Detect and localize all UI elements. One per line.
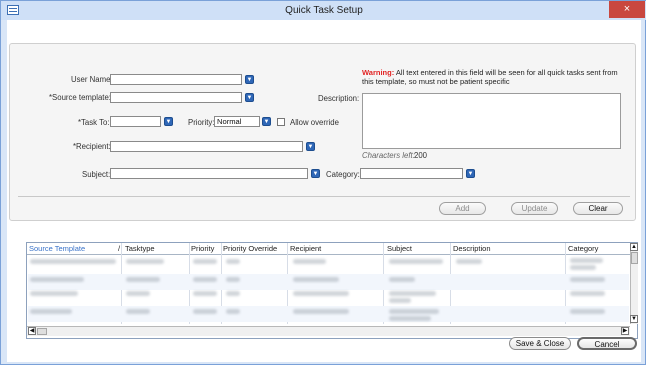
title-bar[interactable]: Quick Task Setup ×	[1, 1, 646, 20]
form-divider	[18, 196, 630, 197]
table-row[interactable]	[28, 306, 629, 322]
table-row[interactable]	[28, 256, 629, 272]
task-to-label: *Task To:	[78, 118, 110, 127]
warning-text: All text entered in this field will be s…	[362, 68, 618, 86]
source-template-label: *Source template:	[49, 93, 111, 102]
scroll-up-icon[interactable]: ▲	[630, 243, 638, 251]
warning-message: Warning: All text entered in this field …	[362, 68, 630, 86]
sort-indicator: /	[118, 244, 121, 253]
header-priority-override[interactable]: Priority Override	[223, 244, 277, 253]
scroll-down-icon[interactable]: ▼	[630, 315, 638, 323]
header-subject[interactable]: Subject	[387, 244, 412, 253]
recipient-label: *Recipient:	[73, 142, 111, 151]
allow-override-checkbox[interactable]	[277, 118, 285, 126]
header-description[interactable]: Description	[453, 244, 491, 253]
chars-left-value: 200	[414, 151, 428, 160]
header-tasktype[interactable]: Tasktype	[125, 244, 155, 253]
clear-button[interactable]: Clear	[573, 202, 623, 215]
cancel-button[interactable]: Cancel	[577, 337, 637, 350]
scroll-left-icon[interactable]: ◀	[28, 327, 36, 335]
user-name-label: User Name:	[71, 75, 113, 84]
description-textarea[interactable]	[362, 93, 621, 149]
horizontal-scrollbar[interactable]: ◀ ▶	[27, 326, 630, 336]
subject-field[interactable]	[110, 168, 308, 179]
priority-dropdown-icon[interactable]: ▼	[262, 117, 271, 126]
horizontal-scroll-thumb[interactable]	[37, 328, 47, 335]
task-to-field[interactable]	[110, 116, 161, 127]
description-label: Description:	[318, 94, 360, 103]
grid-header: Source Template / Tasktype Priority Prio…	[27, 243, 630, 255]
table-row[interactable]	[28, 288, 629, 304]
window-title: Quick Task Setup	[285, 5, 363, 16]
subject-dropdown-icon[interactable]: ▼	[311, 169, 320, 178]
category-field[interactable]	[360, 168, 463, 179]
vertical-scrollbar[interactable]: ▲ ▼	[630, 243, 638, 324]
header-category[interactable]: Category	[568, 244, 598, 253]
source-template-field[interactable]	[110, 92, 242, 103]
recipient-dropdown-icon[interactable]: ▼	[306, 142, 315, 151]
user-name-dropdown-icon[interactable]: ▼	[245, 75, 254, 84]
vertical-scroll-thumb[interactable]	[631, 252, 638, 264]
add-button[interactable]: Add	[439, 202, 486, 215]
header-priority[interactable]: Priority	[191, 244, 214, 253]
update-button[interactable]: Update	[511, 202, 558, 215]
category-label: Category:	[326, 170, 360, 179]
close-button[interactable]: ×	[609, 1, 645, 18]
priority-label: Priority:	[188, 118, 215, 127]
scroll-right-icon[interactable]: ▶	[621, 327, 629, 335]
chars-left-label: Characters left:	[362, 151, 415, 160]
task-form-panel: User Name: ▼ *Source template: ▼ *Task T…	[9, 43, 636, 221]
allow-override-label: Allow override	[290, 118, 339, 127]
header-source-template[interactable]: Source Template	[29, 244, 85, 253]
save-close-button[interactable]: Save & Close	[509, 337, 571, 350]
dialog-content: User Name: ▼ *Source template: ▼ *Task T…	[7, 20, 641, 362]
category-dropdown-icon[interactable]: ▼	[466, 169, 475, 178]
quick-task-grid[interactable]: Source Template / Tasktype Priority Prio…	[26, 242, 638, 339]
header-recipient[interactable]: Recipient	[290, 244, 321, 253]
warning-label: Warning:	[362, 68, 395, 77]
recipient-field[interactable]	[110, 141, 303, 152]
task-to-dropdown-icon[interactable]: ▼	[164, 117, 173, 126]
subject-label: Subject:	[82, 170, 111, 179]
user-name-field[interactable]	[110, 74, 242, 85]
priority-select[interactable]: Normal	[214, 116, 260, 127]
quick-task-window: Quick Task Setup × User Name: ▼ *Source …	[0, 0, 646, 365]
source-template-dropdown-icon[interactable]: ▼	[245, 93, 254, 102]
